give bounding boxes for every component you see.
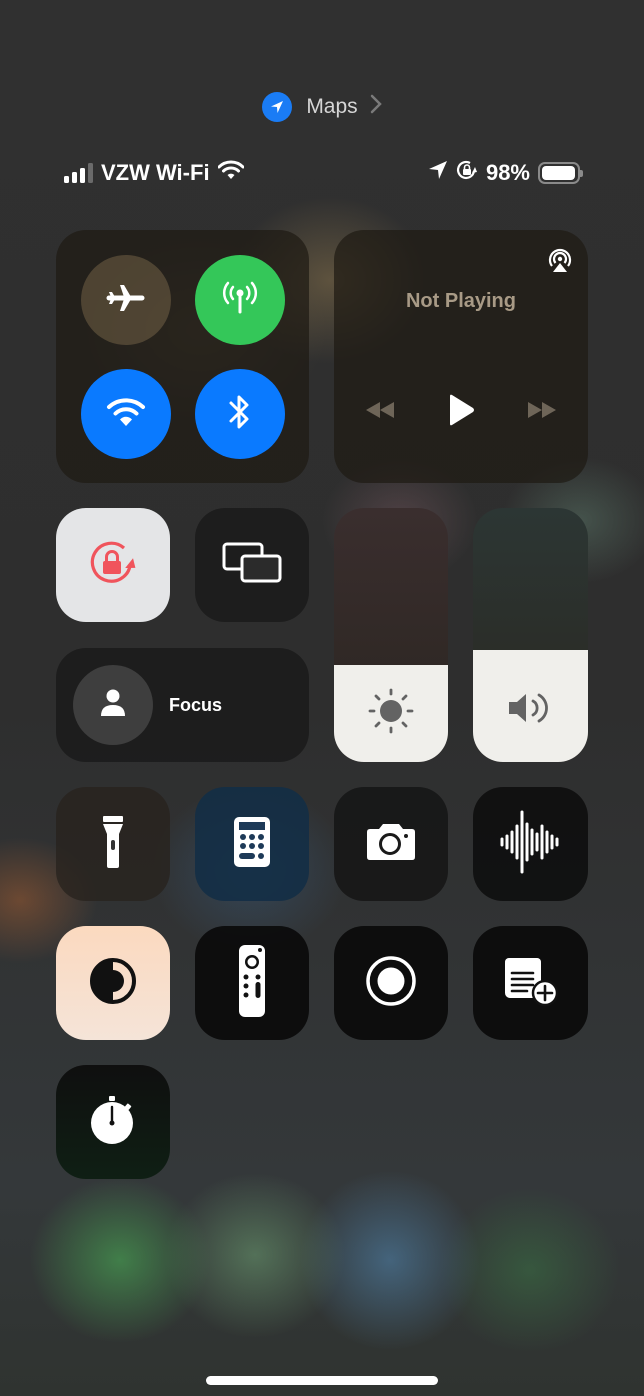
app-name: Maps [306,95,358,118]
carrier-label: VZW Wi-Fi [101,160,210,185]
app-location-indicator[interactable]: Maps [0,92,644,122]
flashlight-button[interactable] [56,787,170,901]
calculator-icon [233,816,271,873]
cellular-data-toggle[interactable] [195,255,285,345]
volume-fill [473,650,588,762]
status-bar: VZW Wi-Fi 98% [64,158,583,188]
wifi-icon [106,396,146,433]
apple-tv-remote-button[interactable] [195,926,309,1040]
airplane-mode-toggle[interactable] [81,255,171,345]
dark-mode-icon [88,956,138,1011]
waveform-icon [499,810,563,879]
camera-button[interactable] [334,787,448,901]
screen-mirroring-button[interactable] [195,508,309,622]
chevron-right-icon [370,94,382,120]
sun-icon [366,686,416,741]
volume-slider[interactable] [473,508,588,762]
connectivity-module [56,230,309,483]
person-icon [99,688,127,723]
fast-forward-icon[interactable] [526,400,558,425]
battery-icon [538,162,583,184]
signal-icon [64,163,93,183]
quick-note-icon [503,955,559,1012]
brightness-fill [334,665,448,762]
focus-label: Focus [169,694,223,715]
airplay-icon[interactable] [546,246,574,279]
focus-button[interactable]: Focus [56,648,309,762]
location-arrow-icon [262,92,293,122]
speaker-icon [506,688,556,733]
location-icon [428,160,448,186]
stopwatch-icon [89,1094,137,1151]
record-icon [365,955,417,1012]
bluetooth-icon [227,392,253,437]
rewind-icon[interactable] [364,400,396,425]
screen-recording-button[interactable] [334,926,448,1040]
voice-memos-button[interactable] [473,787,588,901]
calculator-button[interactable] [195,787,309,901]
remote-icon [238,944,266,1023]
antenna-icon [220,278,260,323]
orientation-lock-toggle[interactable] [56,508,170,622]
airplane-icon [106,283,146,318]
screen-mirroring-icon [221,541,283,590]
now-playing-module[interactable]: Not Playing [334,230,588,483]
quick-note-button[interactable] [473,926,588,1040]
flashlight-icon [101,814,125,875]
orientation-lock-icon [456,159,478,187]
play-icon[interactable] [447,394,475,431]
battery-percent: 98% [485,160,530,185]
wifi-toggle[interactable] [81,369,171,459]
now-playing-title: Not Playing [405,290,516,312]
wifi-icon [217,160,245,186]
orientation-lock-icon [86,536,140,595]
home-indicator[interactable] [206,1376,438,1385]
bluetooth-toggle[interactable] [195,369,285,459]
stopwatch-button[interactable] [56,1065,170,1179]
focus-avatar [73,665,153,745]
dark-mode-toggle[interactable] [56,926,170,1040]
camera-icon [365,822,417,867]
brightness-slider[interactable] [334,508,448,762]
